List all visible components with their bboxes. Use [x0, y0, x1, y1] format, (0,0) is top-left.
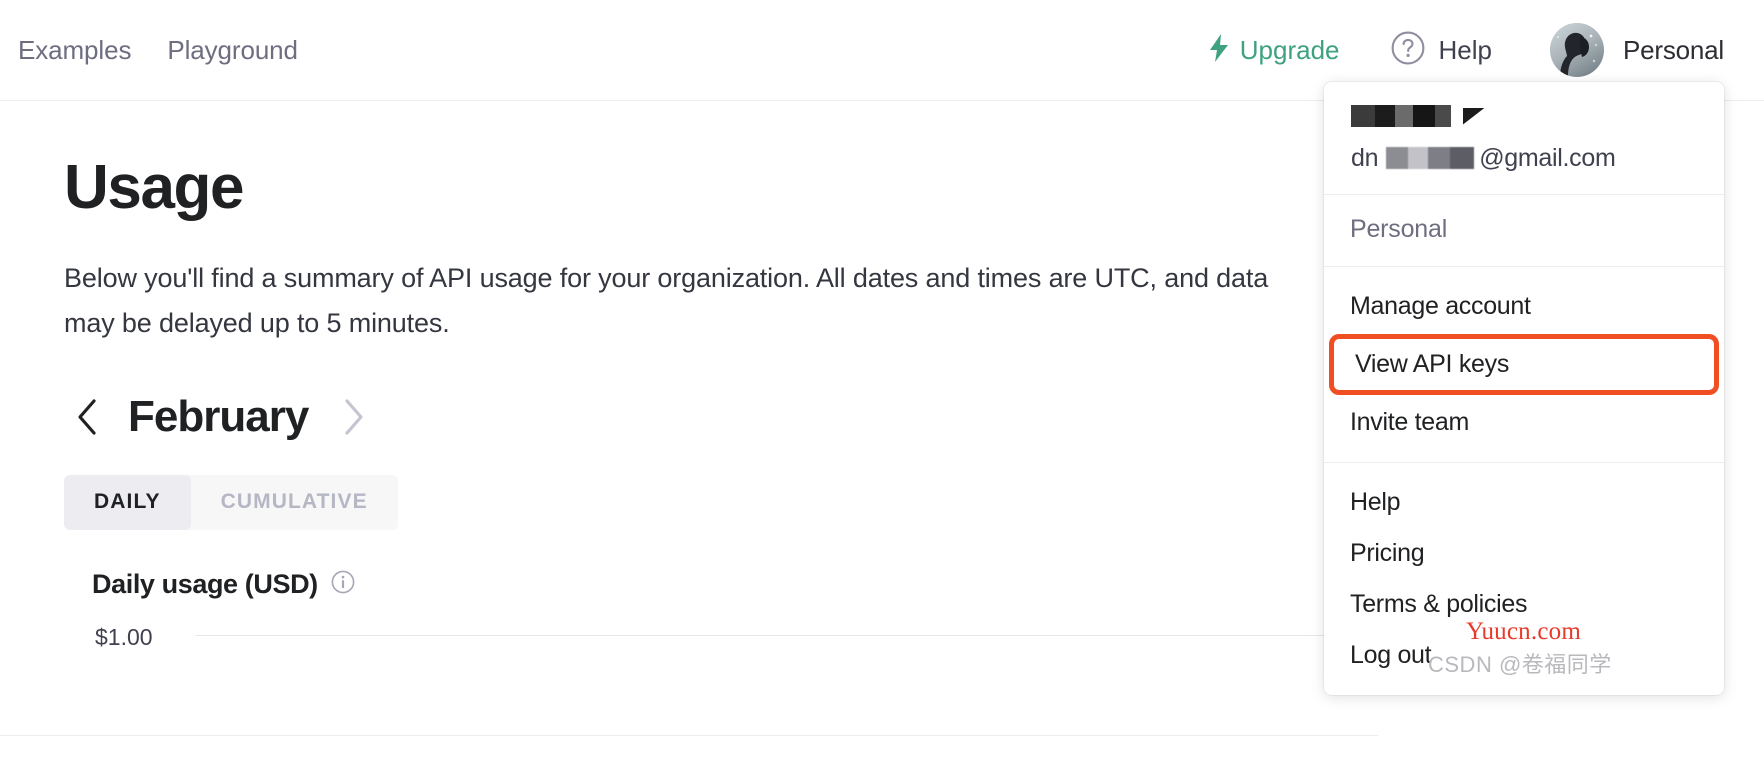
- page-bottom-divider: [0, 735, 1378, 736]
- chevron-left-icon[interactable]: [64, 394, 110, 440]
- account-name-label: Personal: [1622, 35, 1724, 65]
- upgrade-button[interactable]: Upgrade: [1208, 34, 1340, 66]
- menu-item-view-api-keys[interactable]: View API keys: [1329, 334, 1719, 395]
- nav-links-group: Examples Playground: [16, 37, 298, 63]
- email-prefix: dn: [1351, 143, 1379, 172]
- tab-cumulative[interactable]: CUMULATIVE: [191, 475, 398, 530]
- menu-item-invite-team[interactable]: Invite team: [1324, 397, 1724, 448]
- email-suffix: @gmail.com: [1479, 143, 1616, 172]
- chevron-right-icon[interactable]: [330, 394, 376, 440]
- usage-page: Examples Playground Upgrade Help Persona…: [0, 0, 1764, 764]
- menu-item-pricing[interactable]: Pricing: [1324, 528, 1724, 579]
- tab-daily[interactable]: DAILY: [64, 474, 191, 530]
- usage-view-tabs: DAILY CUMULATIVE: [64, 474, 398, 530]
- menu-item-manage-account[interactable]: Manage account: [1324, 281, 1724, 332]
- page-description: Below you'll find a summary of API usage…: [64, 263, 1269, 339]
- question-circle-icon: [1391, 31, 1425, 69]
- nav-link-examples[interactable]: Examples: [18, 37, 131, 63]
- watermark-csdn: CSDN @卷福同学: [1428, 652, 1612, 677]
- help-label: Help: [1438, 35, 1492, 65]
- dropdown-org-label: Personal: [1350, 215, 1448, 243]
- redacted-user-email: dn @gmail.com: [1351, 142, 1698, 174]
- user-avatar-image: [1549, 23, 1604, 77]
- help-button[interactable]: Help: [1391, 31, 1492, 69]
- info-circle-icon[interactable]: [331, 570, 355, 599]
- upgrade-label: Upgrade: [1239, 35, 1340, 65]
- watermark-yuucn: Yuucn.com: [1466, 618, 1581, 645]
- dropdown-group-account: Manage account View API keys Invite team: [1324, 267, 1724, 462]
- lightning-bolt-icon: [1208, 34, 1230, 66]
- dropdown-user-info: dn @gmail.com: [1324, 82, 1724, 194]
- nav-actions-group: Upgrade Help Personal: [1208, 23, 1724, 77]
- name-redaction-tail: [1463, 107, 1485, 125]
- redacted-user-name: [1351, 104, 1698, 128]
- name-redaction-blocks: [1351, 105, 1451, 127]
- account-dropdown-menu: dn @gmail.com Personal Manage account Vi…: [1324, 82, 1724, 695]
- nav-link-playground[interactable]: Playground: [167, 37, 298, 63]
- email-redaction-blocks: [1386, 147, 1475, 169]
- chart-y-tick-label: $1.00: [95, 623, 153, 650]
- account-menu-button[interactable]: Personal: [1549, 23, 1724, 77]
- chart-title: Daily usage (USD): [92, 568, 318, 599]
- chart-gridline: [196, 634, 1486, 636]
- month-label: February: [128, 391, 309, 441]
- menu-item-help[interactable]: Help: [1324, 477, 1724, 528]
